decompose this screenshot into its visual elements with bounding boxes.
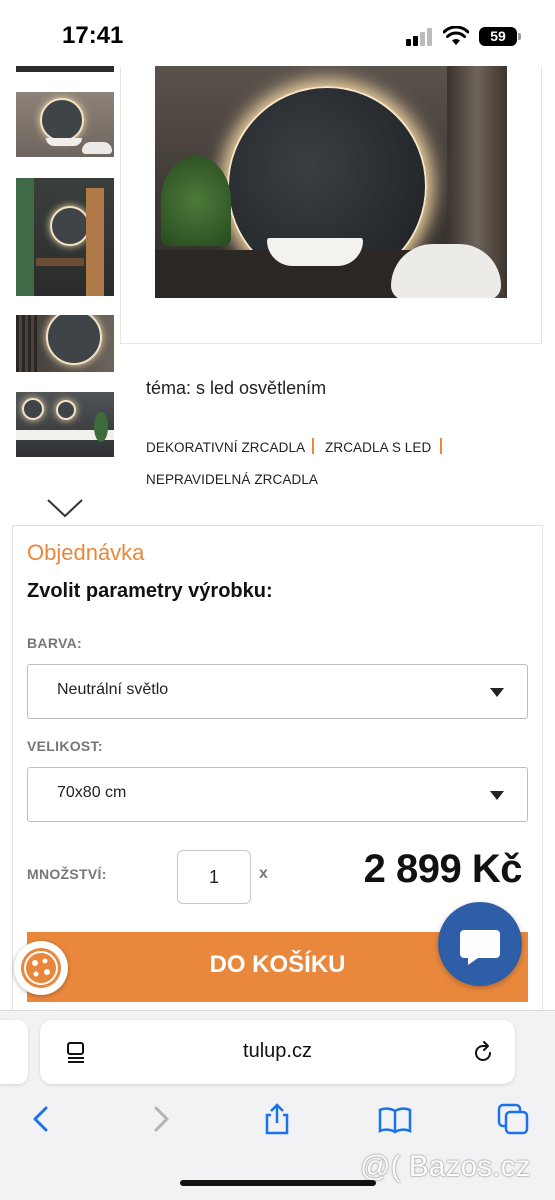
- cookie-settings-button[interactable]: [14, 941, 68, 995]
- bookmarks-icon[interactable]: [378, 1102, 412, 1136]
- chat-bubble-icon: [460, 930, 500, 965]
- product-theme: téma: s led osvětlením: [146, 378, 327, 398]
- address-bar[interactable]: tulup.cz: [40, 1020, 515, 1084]
- tag-link[interactable]: ZRCADLA S LED: [325, 440, 431, 455]
- cellular-signal-icon: [406, 28, 432, 46]
- color-label: BARVA:: [27, 635, 82, 651]
- quantity-label: MNOŽSTVÍ:: [27, 866, 107, 882]
- back-icon[interactable]: [24, 1102, 58, 1136]
- cookie-icon: [21, 948, 61, 988]
- size-select[interactable]: 70x80 cm: [27, 767, 528, 822]
- tabs-icon[interactable]: [496, 1102, 530, 1136]
- quantity-input[interactable]: 1: [177, 850, 251, 904]
- battery-tip: [518, 33, 521, 40]
- product-price: 2 899 Kč: [363, 847, 523, 891]
- size-label: VELIKOST:: [27, 738, 103, 754]
- dropdown-caret-icon: [490, 791, 504, 800]
- color-select[interactable]: Neutrální světlo: [27, 664, 528, 719]
- status-time: 17:41: [62, 22, 124, 49]
- order-title: Objednávka: [27, 540, 145, 565]
- dropdown-caret-icon: [490, 688, 504, 697]
- tag-separator: [312, 438, 314, 454]
- tag-link[interactable]: DEKORATIVNÍ ZRCADLA: [146, 440, 305, 455]
- share-icon[interactable]: [260, 1102, 294, 1136]
- home-indicator[interactable]: [180, 1180, 376, 1186]
- watermark: @( Bazos.cz: [360, 1150, 531, 1183]
- size-select-value: 70x80 cm: [57, 784, 127, 801]
- color-select-value: Neutrální světlo: [57, 681, 169, 698]
- quantity-multiplier: x: [259, 865, 268, 882]
- params-title: Zvolit parametry výrobku:: [27, 580, 273, 602]
- battery-level: 59: [479, 27, 517, 46]
- gallery-thumbnail-partial[interactable]: [16, 66, 114, 72]
- url-text: tulup.cz: [243, 1040, 312, 1062]
- forward-icon[interactable]: [144, 1102, 178, 1136]
- reload-icon[interactable]: [470, 1040, 496, 1066]
- tag-link[interactable]: NEPRAVIDELNÁ ZRCADLA: [146, 472, 318, 487]
- gallery-thumbnail[interactable]: [16, 92, 114, 157]
- gallery-thumbnail[interactable]: [16, 178, 114, 296]
- chevron-down-icon[interactable]: [46, 497, 84, 519]
- tag-separator: [440, 438, 442, 454]
- wifi-icon: [443, 26, 469, 45]
- gallery-thumbnail[interactable]: [16, 392, 114, 457]
- product-main-image[interactable]: [155, 66, 507, 298]
- gallery-thumbnail[interactable]: [16, 315, 114, 372]
- chat-button[interactable]: [438, 902, 522, 986]
- previous-tab-preview[interactable]: [0, 1020, 28, 1084]
- status-bar: 17:41 59: [0, 0, 555, 66]
